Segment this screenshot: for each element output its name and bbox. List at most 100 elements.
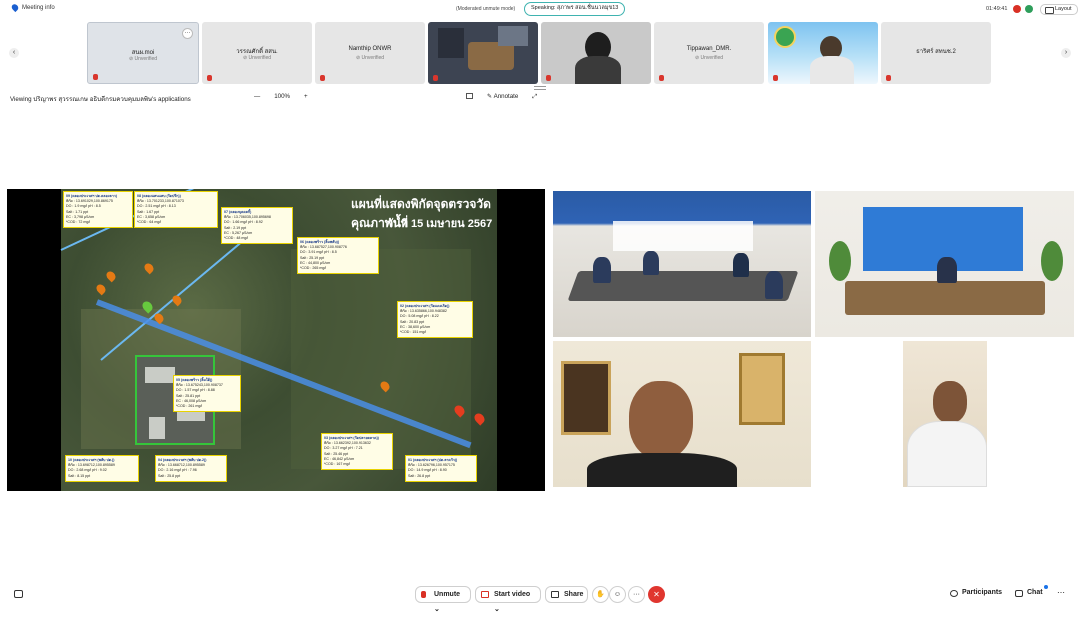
share-button[interactable]: Share xyxy=(545,586,588,603)
marker-9 xyxy=(94,282,108,296)
video-portrait xyxy=(561,361,611,435)
video-off-icon xyxy=(481,591,489,598)
video-person xyxy=(643,251,659,275)
video-person xyxy=(733,253,749,277)
map-subtitle: วันที่ 15 เมษายน 2567 xyxy=(387,218,493,230)
layout-button[interactable]: Layout xyxy=(1040,4,1078,15)
video-feed-conference-room[interactable] xyxy=(815,191,1074,337)
participant-status: ⊘ Unverified xyxy=(128,56,158,62)
station-label: 04 (คลองประเวศฯ (พลับ ปต.2)) พิกัด : 13.6… xyxy=(155,455,227,482)
video-person-body xyxy=(907,421,987,487)
chat-button[interactable]: Chat xyxy=(1015,585,1048,597)
fullscreen-icon[interactable]: ⤢ xyxy=(532,93,537,101)
participants-label: Participants xyxy=(962,589,1003,596)
more-options-button[interactable]: ··· xyxy=(628,586,645,603)
zoom-level: 100% xyxy=(274,93,291,100)
muted-mic-icon xyxy=(773,75,778,81)
meeting-toolbar: Unmute ⌄ Start video ⌄ Share ✋ ☺ ··· ✕ P… xyxy=(0,584,1080,613)
marker-8 xyxy=(104,269,118,283)
video-person xyxy=(765,271,783,299)
participant-tile[interactable]: Tippawan_DMR. ⊘ Unverified xyxy=(654,22,764,84)
participant-video-tile[interactable] xyxy=(541,22,651,84)
viewing-label: Viewing ปริญาพร สุวรรณเกษ อธิบดีกรมควบคุ… xyxy=(10,96,191,103)
participant-tile[interactable]: ธาริศร์ สทนช.2 xyxy=(881,22,991,84)
meeting-info-label: Meeting info xyxy=(22,4,55,11)
more-options-icon[interactable]: ··· xyxy=(182,28,193,39)
recording-icon[interactable] xyxy=(1013,5,1021,13)
muted-mic-icon xyxy=(207,75,212,81)
meeting-info-button[interactable]: Meeting info xyxy=(10,2,55,13)
raise-hand-icon[interactable]: ✋ xyxy=(592,586,609,603)
station-label: 02 (คลองประเวศฯ (วัดแดงเกิด)) พิกัด : 13.… xyxy=(397,301,473,339)
resize-handle[interactable] xyxy=(534,86,546,90)
video-table xyxy=(468,42,514,70)
meeting-timer: 01:49:41 xyxy=(986,6,1008,12)
station-label: 08 (คลองแสนแสบ (วัดปรึก)) พิกัด : 13.7012… xyxy=(134,191,218,229)
location-pin-icon xyxy=(10,2,20,13)
satellite-map: แผนที่แสดงพิกัดจุดตรวจวัดคุณภาพน้ำ วันที… xyxy=(60,189,497,491)
video-feed-meeting-room[interactable] xyxy=(553,191,811,337)
moderated-mode-label: (Moderated unmute mode) xyxy=(456,6,516,12)
video-feed-participant[interactable] xyxy=(553,341,811,487)
view-options-icon[interactable] xyxy=(466,93,473,99)
participants-icon xyxy=(950,590,958,597)
muted-mic-icon xyxy=(421,591,426,598)
reactions-icon[interactable]: ☺ xyxy=(609,586,626,603)
participant-status: ⊘ Unverified xyxy=(242,55,272,61)
video-feed-office[interactable] xyxy=(815,341,1074,487)
captions-icon[interactable] xyxy=(14,590,23,598)
participants-button[interactable]: Participants xyxy=(950,589,1003,597)
start-video-button[interactable]: Start video ⌄ xyxy=(475,586,541,613)
muted-mic-icon xyxy=(546,75,551,81)
video-table xyxy=(845,281,1045,315)
video-window xyxy=(498,26,528,46)
muted-mic-icon xyxy=(433,75,438,81)
layout-label: Layout xyxy=(1055,6,1072,12)
muted-mic-icon xyxy=(93,74,98,80)
video-person-body xyxy=(587,453,737,487)
strip-next-button[interactable]: › xyxy=(1061,48,1071,58)
top-bar: Meeting info (Moderated unmute mode) Spe… xyxy=(0,0,1080,20)
leave-meeting-button[interactable]: ✕ xyxy=(648,586,665,603)
speaking-indicator: Speaking: สุภาพร สอน.ชื่นนวลมุข13 xyxy=(524,2,626,16)
participant-status: ⊘ Unverified xyxy=(694,55,724,61)
participant-status: ⊘ Unverified xyxy=(355,55,385,61)
annotate-controls: ✎ Annotate ⤢ xyxy=(466,93,537,101)
strip-prev-button[interactable]: ‹ xyxy=(9,48,19,58)
station-label: 03 (คลองประเวศฯ (วัดปลายตลาด)) พิกัด : 13… xyxy=(321,433,393,471)
share-label: Share xyxy=(564,591,584,598)
zoom-out-button[interactable]: — xyxy=(254,93,260,100)
participant-tile[interactable]: วรรณศักดิ์ สสน. ⊘ Unverified xyxy=(202,22,312,84)
chat-icon xyxy=(1015,590,1023,597)
participant-video-tile[interactable] xyxy=(428,22,538,84)
chat-notification-dot xyxy=(1044,585,1048,589)
start-video-label: Start video xyxy=(494,591,531,598)
video-screen xyxy=(438,28,464,58)
station-label: 05 (คลองพร้าว (ลิ้มใต้)) พิกัด : 13.67524… xyxy=(173,375,241,413)
muted-mic-icon xyxy=(886,75,891,81)
marker-6 xyxy=(170,293,184,307)
video-banner xyxy=(613,221,753,251)
video-person xyxy=(593,257,611,283)
more-menu-icon[interactable]: ⋯ xyxy=(1057,588,1065,597)
zoom-in-button[interactable]: + xyxy=(304,93,308,100)
more-label: ··· xyxy=(633,591,640,598)
annotate-button[interactable]: ✎ Annotate xyxy=(487,93,518,101)
participant-tile[interactable]: Namthip ONWR ⊘ Unverified xyxy=(315,22,425,84)
video-plant xyxy=(829,241,851,281)
video-person-head xyxy=(629,381,693,459)
unmute-button[interactable]: Unmute ⌄ xyxy=(415,586,471,613)
video-person-body xyxy=(810,56,854,84)
muted-mic-icon xyxy=(320,75,325,81)
participant-tile[interactable]: ··· สนผ.moi ⊘ Unverified xyxy=(87,22,199,84)
video-plant xyxy=(1041,241,1063,281)
station-label: 09 (คลองประเวศฯ ปต.คลองลาว) พิกัด : 13.69… xyxy=(63,191,133,229)
station-label: 06 (คลองพร้าว (ลิ้มพลับ)) พิกัด : 13.6875… xyxy=(297,237,379,275)
station-label: 07 (คลองบุคคลกี้) พิกัด : 13.706035,100.8… xyxy=(221,207,293,245)
station-label: 01 (คลองประเวศฯ (ปต.ลาดวัว)) พิกัด : 13.6… xyxy=(405,455,477,482)
inset-building xyxy=(145,367,175,383)
participant-video-tile[interactable] xyxy=(768,22,878,84)
video-person-head xyxy=(933,381,967,423)
participant-name: ธาริศร์ สทนช.2 xyxy=(916,49,956,55)
security-shield-icon[interactable] xyxy=(1025,5,1033,13)
